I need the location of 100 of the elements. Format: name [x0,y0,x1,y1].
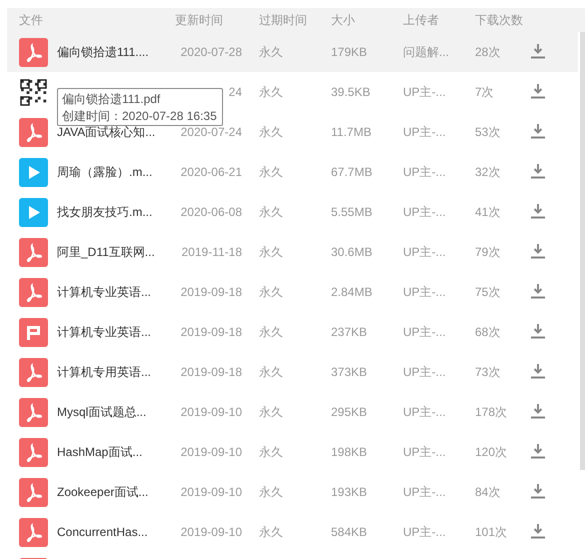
file-name[interactable]: 计算机专业英语... [57,324,152,338]
download-count: 7次 [475,84,494,98]
download-count: 120次 [475,444,508,458]
expiry: 永久 [259,404,283,418]
uploader: UP主-... [403,484,446,498]
update-date: 2019-11-18 [180,245,242,259]
tooltip-created: 创建时间：2020-07-28 16:35 [62,108,218,125]
file-name[interactable]: 阿里_D11互联网... [57,244,155,258]
uploader: UP主-... [403,324,446,338]
download-count: 68次 [475,324,500,338]
file-size: 237KB [331,325,368,339]
pdf-icon [19,278,48,306]
download-icon[interactable] [530,122,546,138]
download-icon[interactable] [530,362,546,378]
expiry: 永久 [259,524,283,538]
download-count: 41次 [475,204,500,218]
presentation-icon [19,318,48,346]
update-date: 24 [228,85,242,99]
qr-code-icon [19,78,48,106]
download-icon[interactable] [530,482,546,498]
pdf-icon [19,438,48,466]
download-icon[interactable] [530,442,546,458]
file-name[interactable]: JAVA面试核心知... [57,124,156,138]
download-icon[interactable] [530,82,546,98]
download-count: 28次 [475,44,500,58]
file-size: 179KB [331,45,368,59]
uploader: UP主-... [403,204,446,218]
update-date: 2019-09-10 [180,485,242,499]
download-count: 79次 [475,244,500,258]
file-size: 295KB [331,405,368,419]
expiry: 永久 [259,204,283,218]
expiry: 永久 [259,84,283,98]
download-count: 84次 [475,484,500,498]
pdf-icon [19,238,48,266]
update-date: 2019-09-10 [180,525,242,539]
download-icon[interactable] [530,42,546,58]
file-name[interactable]: 找女朋友技巧.m... [57,204,152,218]
file-size: 30.6MB [331,245,372,259]
download-icon[interactable] [530,282,546,298]
uploader: UP主-... [403,364,446,378]
expiry: 永久 [259,444,283,458]
file-size: 2.84MB [331,285,372,299]
file-name[interactable]: HashMap面试... [57,444,142,458]
uploader: UP主-... [403,84,446,98]
file-name[interactable]: 偏向锁拾遗111.... [57,44,149,58]
download-count: 178次 [475,404,508,418]
file-name[interactable]: ConcurrentHas... [57,525,148,539]
file-size: 5.55MB [331,205,372,219]
selected-row[interactable]: 偏向锁拾遗111.... 2020-07-28 永久 179KB 问题解... 28次 [7,32,578,72]
uploader: UP主-... [403,164,446,178]
uploader: UP主-... [403,244,446,258]
play-icon [19,158,48,186]
file-name[interactable]: 计算机专用英语... [57,364,152,378]
expiry: 永久 [259,284,283,298]
expiry: 永久 [259,124,283,138]
download-count: 32次 [475,164,500,178]
expiry: 永久 [259,164,283,178]
file-name[interactable]: 周瑜（露脸）.m... [57,164,152,178]
download-icon[interactable] [530,202,546,218]
uploader: UP主-... [403,124,446,138]
download-icon[interactable] [530,242,546,258]
download-icon[interactable] [530,522,546,538]
download-count: 53次 [475,124,500,138]
file-size: 198KB [331,445,368,459]
file-size: 193KB [331,485,368,499]
file-name[interactable]: 计算机专业英语... [57,284,152,298]
file-size: 67.7MB [331,165,372,179]
expiry: 永久 [259,484,283,498]
download-icon[interactable] [530,162,546,178]
update-date: 2020-07-28 [180,45,242,59]
file-name[interactable]: Mysql面试题总... [57,404,146,418]
update-date: 2019-09-18 [180,325,242,339]
expiry: 永久 [259,244,283,258]
uploader: 问题解... [403,44,450,58]
file-size: 11.7MB [331,125,372,139]
download-icon[interactable] [530,322,546,338]
update-date: 2019-09-18 [180,285,242,299]
pdf-icon [19,478,48,506]
tooltip-title: 偏向锁拾遗111.pdf [62,91,162,108]
file-size: 39.5KB [331,85,370,99]
expiry: 永久 [259,44,283,58]
file-name[interactable]: Zookeeper面试... [57,484,148,498]
pdf-icon [19,38,48,66]
uploader: UP主-... [403,404,446,418]
download-count: 73次 [475,364,500,378]
uploader: UP主-... [403,284,446,298]
pdf-icon [19,358,48,386]
pdf-icon [19,398,48,426]
uploader: UP主-... [403,524,446,538]
update-date: 2020-06-08 [180,205,242,219]
update-date: 2020-07-24 [180,125,242,139]
update-date: 2019-09-10 [180,405,242,419]
update-date: 2019-09-10 [180,445,242,459]
file-size: 584KB [331,525,368,539]
update-date: 2019-09-18 [180,365,242,379]
expiry: 永久 [259,324,283,338]
file-size: 373KB [331,365,368,379]
download-icon[interactable] [530,402,546,418]
pdf-icon [19,118,48,146]
scrollbar[interactable] [580,32,585,470]
